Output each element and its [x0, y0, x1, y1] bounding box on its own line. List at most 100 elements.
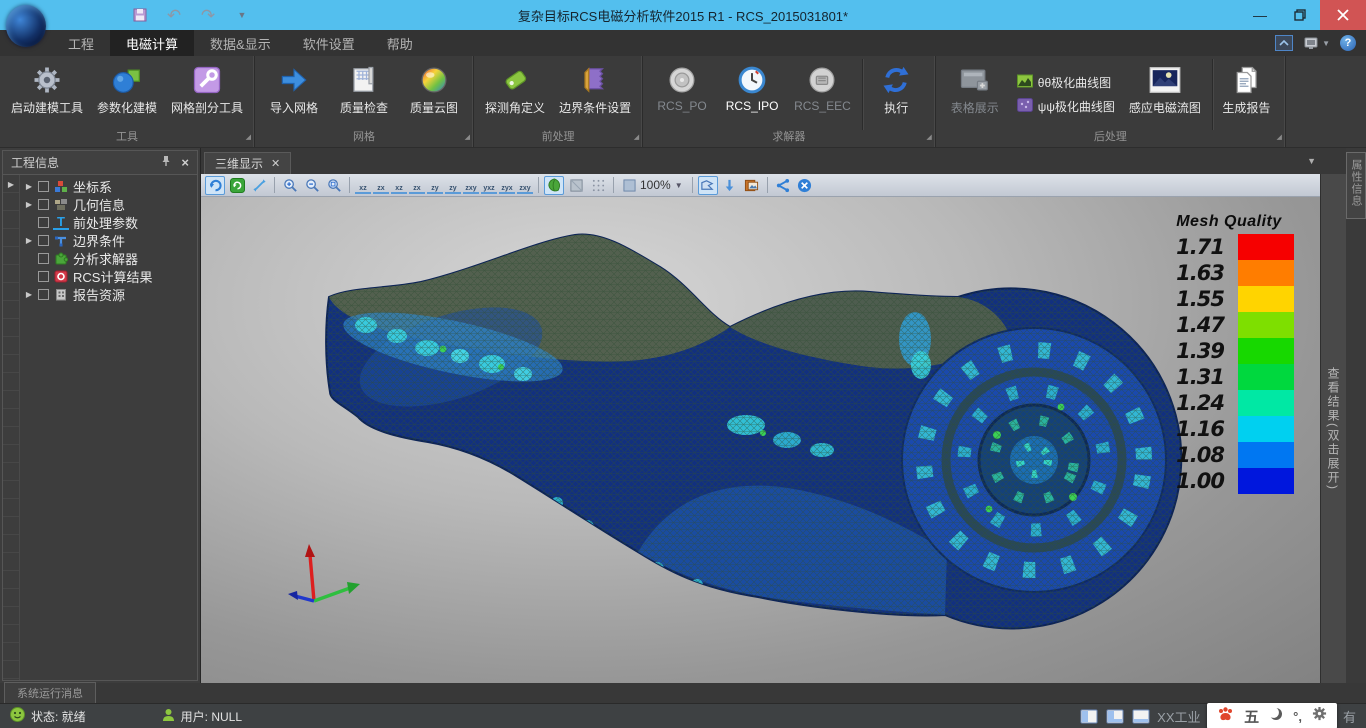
minimize-button[interactable]: —: [1240, 0, 1280, 30]
group-expand-icon[interactable]: ◢: [465, 130, 470, 145]
view-orientation-button[interactable]: zy: [445, 177, 461, 194]
quality-cloud-button[interactable]: 质量云图: [400, 59, 468, 130]
close-circle-icon[interactable]: [795, 176, 815, 195]
user-icon: [162, 708, 175, 725]
tree-checkbox[interactable]: [38, 217, 49, 228]
ime-paw-icon[interactable]: [1217, 706, 1234, 727]
expand-arrow-icon[interactable]: ▶: [24, 200, 34, 209]
view-orientation-button[interactable]: xz: [391, 177, 407, 194]
ime-moon-icon[interactable]: [1269, 707, 1283, 726]
app-logo-icon[interactable]: [6, 5, 46, 47]
layout-left-bottom-panel-icon[interactable]: [1105, 708, 1125, 725]
tree-checkbox[interactable]: [38, 181, 49, 192]
zoom-out-icon[interactable]: [302, 176, 322, 195]
flat-view-icon[interactable]: [566, 176, 586, 195]
probe-angle-button[interactable]: 探测角定义: [479, 59, 551, 130]
tree-item-coordinate-system[interactable]: ▶ 坐标系: [20, 177, 197, 195]
3d-canvas[interactable]: Mesh Quality 1.71 1.63 1.55 1.47 1.39 1.…: [201, 197, 1320, 683]
parametric-modeling-button[interactable]: 参数化建模: [91, 59, 163, 130]
execute-button[interactable]: 执行: [862, 59, 930, 130]
zoom-level-select[interactable]: 100% ▼: [619, 178, 687, 192]
tab-close-icon[interactable]: ✕: [271, 157, 280, 170]
share-icon[interactable]: [773, 176, 793, 195]
display-style-icon[interactable]: ▼: [1303, 36, 1330, 51]
tab-help[interactable]: 帮助: [371, 30, 429, 56]
ime-wubi-key[interactable]: 五: [1244, 706, 1259, 727]
gutter-arrow-icon[interactable]: ▶: [3, 180, 19, 189]
group-expand-icon[interactable]: ◢: [926, 130, 931, 145]
group-expand-icon[interactable]: ◢: [246, 130, 251, 145]
tree-item-rcs-results[interactable]: RCS计算结果: [20, 267, 197, 285]
capture-region-icon[interactable]: [698, 176, 718, 195]
tree-checkbox[interactable]: [38, 235, 49, 246]
ime-settings-gear-icon[interactable]: [1312, 706, 1327, 726]
panel-dropdown-icon[interactable]: ▼: [1307, 156, 1316, 166]
refresh-view-icon[interactable]: [227, 176, 247, 195]
properties-tab[interactable]: 属性信息: [1346, 152, 1366, 219]
layout-bottom-panel-icon[interactable]: [1131, 708, 1151, 725]
view-orientation-button[interactable]: yxz: [481, 177, 497, 194]
tree-item-geometry-info[interactable]: ▶ 几何信息: [20, 195, 197, 213]
close-button[interactable]: [1320, 0, 1366, 30]
tab-project[interactable]: 工程: [52, 30, 110, 56]
green-tag-icon: [500, 61, 530, 99]
zoom-fit-icon[interactable]: [324, 176, 344, 195]
view-orientation-button[interactable]: xz: [355, 177, 371, 194]
mesh-partition-tools-button[interactable]: 网格剖分工具: [165, 59, 249, 130]
wireframe-grid-icon[interactable]: [588, 176, 608, 195]
save-image-icon[interactable]: [720, 176, 740, 195]
tree-item-solver[interactable]: 分析求解器: [20, 249, 197, 267]
collapse-ribbon-icon[interactable]: [1275, 35, 1293, 51]
tab-em-computation[interactable]: 电磁计算: [110, 30, 194, 56]
group-expand-icon[interactable]: ◢: [634, 130, 639, 145]
rcs-ipo-button[interactable]: RCS_IPO: [718, 59, 786, 130]
tab-3d-display[interactable]: 三维显示 ✕: [204, 152, 291, 174]
ime-punct-key[interactable]: °,: [1293, 709, 1302, 724]
rotate-view-icon[interactable]: [205, 176, 225, 195]
view-orientation-button[interactable]: zx: [409, 177, 425, 194]
legend-swatch: [1238, 390, 1294, 416]
pin-icon[interactable]: [161, 154, 171, 172]
theta-polar-curve-button[interactable]: θθ极化曲线图: [1017, 74, 1115, 91]
tree-item-boundary-conditions[interactable]: ▶ 边界条件: [20, 231, 197, 249]
restore-button[interactable]: [1280, 0, 1320, 30]
group-expand-icon[interactable]: ◢: [1277, 130, 1282, 145]
tree-item-preprocess-params[interactable]: T 前处理参数: [20, 213, 197, 231]
view-orientation-button[interactable]: zx: [373, 177, 389, 194]
legend-swatch: [1238, 286, 1294, 312]
view-orientation-button[interactable]: zxy: [463, 177, 479, 194]
expand-arrow-icon[interactable]: ▶: [24, 236, 34, 245]
quality-check-button[interactable]: 质量检查: [330, 59, 398, 130]
tree-checkbox[interactable]: [38, 289, 49, 300]
expand-arrow-icon[interactable]: ▶: [24, 182, 34, 191]
system-messages-tab[interactable]: 系统运行消息: [4, 682, 96, 703]
layout-left-panel-icon[interactable]: [1079, 708, 1099, 725]
shaded-view-icon[interactable]: [544, 176, 564, 195]
panel-close-icon[interactable]: ×: [181, 156, 189, 169]
tab-software-settings[interactable]: 软件设置: [287, 30, 371, 56]
boundary-condition-settings-button[interactable]: 边界条件设置: [553, 59, 637, 130]
view-orientation-button[interactable]: zy: [427, 177, 443, 194]
tree-checkbox[interactable]: [38, 253, 49, 264]
tree-item-report-resources[interactable]: ▶ 报告资源: [20, 285, 197, 303]
zoom-in-icon[interactable]: [280, 176, 300, 195]
generate-report-button[interactable]: 生成报告: [1212, 59, 1280, 130]
results-collapsed-bar[interactable]: 查看结果(双击展开): [1320, 174, 1346, 683]
induced-current-map-button[interactable]: 感应电磁流图: [1123, 59, 1207, 130]
image-gallery-icon[interactable]: [742, 176, 762, 195]
legend-swatch: [1238, 442, 1294, 468]
help-icon[interactable]: ?: [1340, 35, 1356, 51]
pan-zoom-icon[interactable]: [249, 176, 269, 195]
tab-data-display[interactable]: 数据&显示: [194, 30, 287, 56]
import-mesh-button[interactable]: 导入网格: [260, 59, 328, 130]
expand-arrow-icon[interactable]: ▶: [24, 290, 34, 299]
ime-toolbar[interactable]: 五 °,: [1207, 703, 1337, 728]
tree-checkbox[interactable]: [38, 199, 49, 210]
wrench-box-icon: [192, 61, 222, 99]
start-modeling-tools-button[interactable]: 启动建模工具: [5, 59, 89, 130]
view-orientation-button[interactable]: zyx: [499, 177, 515, 194]
psi-polar-curve-button[interactable]: ψψ极化曲线图: [1017, 98, 1115, 115]
tree-checkbox[interactable]: [38, 271, 49, 282]
view-orientation-button[interactable]: zxy: [517, 177, 533, 194]
purple-book-icon: [580, 61, 610, 99]
